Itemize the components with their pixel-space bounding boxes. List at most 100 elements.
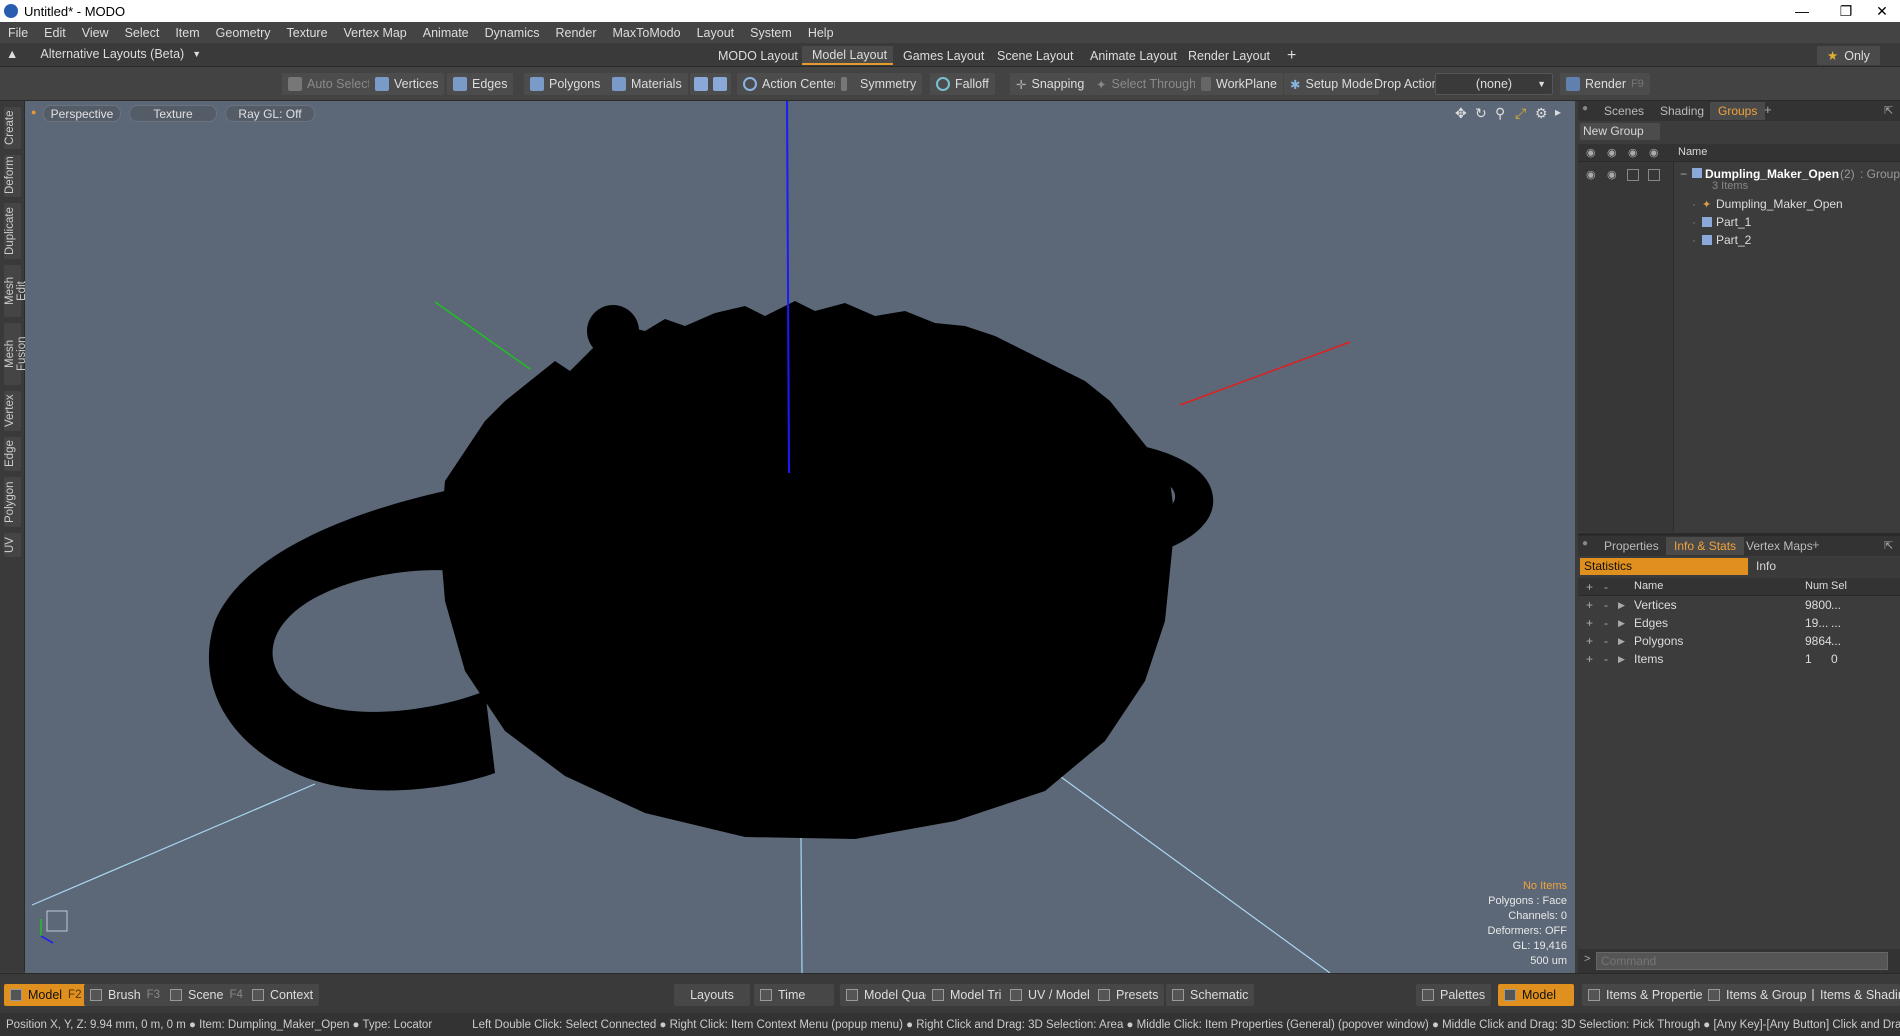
setup-mode-button[interactable]: ✱ Setup Mode (1284, 73, 1379, 95)
stats-row-items[interactable]: + - ▶ Items 1 0 (1578, 650, 1900, 668)
select-through-button[interactable]: ✦ Select Through (1090, 73, 1203, 95)
tab-scenes[interactable]: Scenes (1596, 102, 1652, 120)
tab-model-layout[interactable]: Model Layout (802, 46, 899, 65)
tab-edge[interactable]: Edge (4, 437, 21, 471)
menu-render[interactable]: Render (556, 26, 597, 40)
add-layout-icon[interactable]: + (1277, 46, 1307, 65)
tree-item-part2[interactable]: · Part_2 (1578, 231, 1900, 249)
render-toggle-icon[interactable]: ◉ (1607, 146, 1617, 159)
move-view-icon[interactable]: ✥ (1455, 105, 1467, 122)
stats-row-polygons[interactable]: + - ▶ Polygons 9864 ... (1578, 632, 1900, 650)
layouts-button[interactable]: Layouts (674, 984, 750, 1006)
tab-info[interactable]: Info (1750, 558, 1900, 575)
stats-row-edges[interactable]: + - ▶ Edges 19... ... (1578, 614, 1900, 632)
panel-menu-icon[interactable]: ● (1582, 103, 1588, 114)
rotate-view-icon[interactable]: ↻ (1475, 105, 1487, 122)
command-arrow-icon[interactable]: > (1584, 953, 1590, 965)
tab-create[interactable]: Create (4, 107, 21, 149)
tab-mesh-fusion[interactable]: Mesh Fusion (4, 323, 28, 385)
lock-icon[interactable]: ◉ (1628, 146, 1638, 159)
scene-tab-button[interactable]: Scene F4 (164, 984, 249, 1006)
viewport-scene[interactable] (25, 101, 1575, 973)
uv-model-button[interactable]: UV / Model (1004, 984, 1096, 1006)
menu-geometry[interactable]: Geometry (216, 26, 271, 40)
tab-games-layout[interactable]: Games Layout (893, 46, 996, 65)
tab-vertex-maps[interactable]: Vertex Maps (1738, 537, 1821, 555)
polygons-button[interactable]: Polygons (524, 73, 607, 95)
menu-dynamics[interactable]: Dynamics (485, 26, 540, 40)
minimize-icon[interactable]: — (1780, 0, 1824, 22)
menu-layout[interactable]: Layout (697, 26, 735, 40)
expand-arrow-icon[interactable]: ▶ (1618, 636, 1625, 647)
context-tab-button[interactable]: Context (246, 984, 320, 1006)
materials-button[interactable]: Materials (606, 73, 688, 95)
vertices-button[interactable]: Vertices (369, 73, 445, 95)
panel-menu-icon[interactable]: ● (1582, 538, 1588, 549)
schematic-button[interactable]: Schematic (1166, 984, 1255, 1006)
panel-expand-icon[interactable]: ⇱ (1884, 539, 1893, 552)
items-shading-button[interactable]: Items & Shadin (1806, 984, 1900, 1006)
close-icon[interactable]: ✕ (1860, 0, 1900, 22)
command-input[interactable] (1596, 952, 1888, 970)
tab-duplicate[interactable]: Duplicate (4, 203, 21, 259)
add-tab-icon[interactable]: + (1764, 102, 1772, 117)
workplane-button[interactable]: WorkPlane (1195, 73, 1283, 95)
menu-edit[interactable]: Edit (44, 26, 66, 40)
tree-item-locator[interactable]: · ✦ Dumpling_Maker_Open (1578, 195, 1900, 213)
menu-select[interactable]: Select (125, 26, 160, 40)
menu-vertex-map[interactable]: Vertex Map (344, 26, 407, 40)
visibility-icon[interactable]: ◉ (1586, 146, 1596, 159)
only-toggle[interactable]: ★ Only (1817, 46, 1880, 65)
new-group-button[interactable]: New Group (1580, 123, 1660, 140)
dumpling-maker-model[interactable] (208, 301, 1214, 839)
view-mode-button[interactable]: Perspective (43, 105, 121, 122)
alternative-layouts-dropdown[interactable]: ▲ Alternative Layouts (Beta) ▼ (6, 47, 201, 61)
add-icon[interactable]: + (1586, 634, 1593, 648)
model-tab-button[interactable]: Model F2 (4, 984, 88, 1006)
model-quad-button[interactable]: Model Quad (840, 984, 939, 1006)
tab-render-layout[interactable]: Render Layout (1178, 46, 1282, 65)
menu-system[interactable]: System (750, 26, 792, 40)
items-properties-button[interactable]: Items & Properties (1582, 984, 1715, 1006)
collapse-all-icon[interactable]: - (1604, 580, 1608, 594)
add-icon[interactable]: + (1586, 598, 1593, 612)
axis-gizmo[interactable] (40, 910, 68, 944)
menu-animate[interactable]: Animate (423, 26, 469, 40)
menu-maxtomodo[interactable]: MaxToModo (613, 26, 681, 40)
add-icon[interactable]: + (1586, 616, 1593, 630)
items-groups-button[interactable]: Items & Groups (1702, 984, 1819, 1006)
presets-button[interactable]: Presets (1092, 984, 1165, 1006)
viewport-expand-icon[interactable]: ▸ (1555, 105, 1561, 119)
auto-select-button[interactable]: Auto Select (282, 73, 377, 95)
brush-tab-button[interactable]: Brush F3 (84, 984, 167, 1006)
remove-icon[interactable]: - (1604, 652, 1608, 666)
tab-properties[interactable]: Properties (1596, 537, 1667, 555)
menu-item[interactable]: Item (175, 26, 199, 40)
tab-mesh-edit[interactable]: Mesh Edit (4, 265, 28, 317)
select-toggle-icon[interactable]: ◉ (1649, 146, 1659, 159)
expand-arrow-icon[interactable]: ▶ (1618, 654, 1625, 665)
tree-item-part1[interactable]: · Part_1 (1578, 213, 1900, 231)
expand-arrow-icon[interactable]: ▶ (1618, 600, 1625, 611)
tab-vertex[interactable]: Vertex (4, 391, 21, 431)
viewport-menu-icon[interactable]: ● (31, 107, 36, 117)
tab-modo-layout[interactable]: MODO Layout (708, 46, 809, 65)
expand-all-icon[interactable]: + (1586, 580, 1593, 594)
select-mode-a-button[interactable] (690, 73, 731, 95)
remove-icon[interactable]: - (1604, 634, 1608, 648)
zoom-view-icon[interactable]: ⚲ (1495, 105, 1505, 122)
drop-action-select[interactable]: (none) ▼ (1435, 73, 1553, 95)
palettes-button[interactable]: Palettes (1416, 984, 1492, 1006)
falloff-button[interactable]: Falloff (930, 73, 995, 95)
add-icon[interactable]: + (1586, 652, 1593, 666)
raygl-button[interactable]: Ray GL: Off (225, 105, 315, 122)
menu-view[interactable]: View (82, 26, 109, 40)
remove-icon[interactable]: - (1604, 598, 1608, 612)
time-button[interactable]: Time (754, 984, 834, 1006)
view-settings-icon[interactable]: ⚙ (1535, 105, 1548, 122)
tab-animate-layout[interactable]: Animate Layout (1080, 46, 1188, 65)
action-center-button[interactable]: Action Center (737, 73, 844, 95)
add-tab-icon[interactable]: + (1812, 537, 1820, 552)
render-button[interactable]: Render F9 (1560, 73, 1650, 95)
stats-row-vertices[interactable]: + - ▶ Vertices 9800 ... (1578, 596, 1900, 614)
